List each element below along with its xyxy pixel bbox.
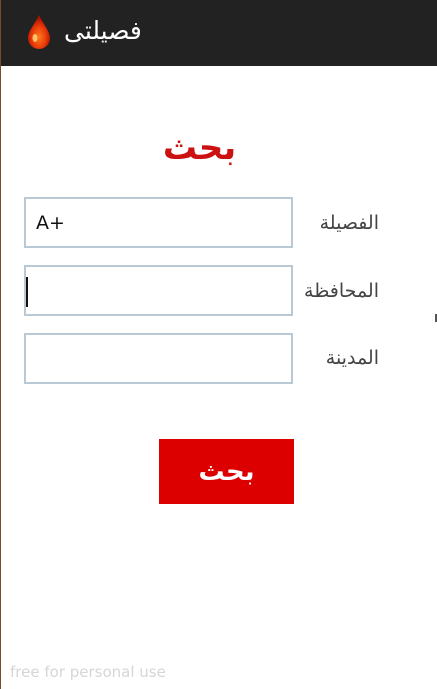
city-label: المدينة <box>325 347 379 369</box>
blood-drop-icon <box>28 15 50 49</box>
text-cursor <box>26 277 28 307</box>
blood-type-field-box <box>24 197 293 248</box>
governorate-field-box <box>24 265 293 316</box>
search-button[interactable]: بحث <box>159 439 294 504</box>
page-title: بحث <box>162 128 237 168</box>
governorate-input[interactable] <box>26 267 291 314</box>
search-screen: فصيلتى بحث الفصيلة المحافظة المدينة بحث … <box>0 0 437 689</box>
blood-type-label: الفصيلة <box>319 212 379 234</box>
app-bar: فصيلتى <box>1 0 437 66</box>
watermark-text: free for personal use <box>10 663 166 681</box>
governorate-label: المحافظة <box>304 280 379 302</box>
city-input[interactable] <box>26 335 291 382</box>
blood-type-input[interactable] <box>26 199 291 246</box>
app-title: فصيلتى <box>64 16 142 45</box>
city-field-box <box>24 333 293 384</box>
